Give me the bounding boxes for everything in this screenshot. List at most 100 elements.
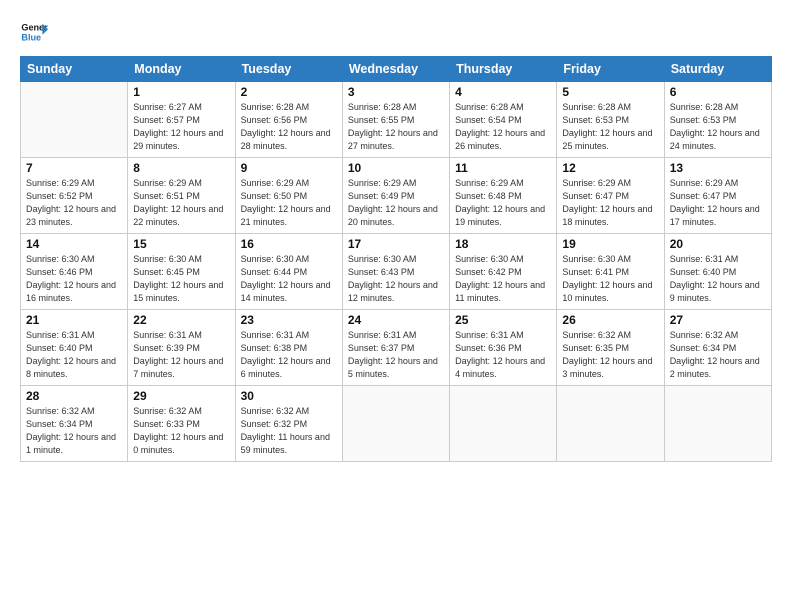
day-detail: Sunrise: 6:31 AM Sunset: 6:38 PM Dayligh… <box>241 329 337 381</box>
calendar-cell <box>664 386 771 462</box>
calendar-cell <box>557 386 664 462</box>
day-detail: Sunrise: 6:29 AM Sunset: 6:47 PM Dayligh… <box>670 177 766 229</box>
day-detail: Sunrise: 6:32 AM Sunset: 6:34 PM Dayligh… <box>26 405 122 457</box>
calendar-cell: 6 Sunrise: 6:28 AM Sunset: 6:53 PM Daylig… <box>664 82 771 158</box>
calendar-cell: 28 Sunrise: 6:32 AM Sunset: 6:34 PM Dayli… <box>21 386 128 462</box>
day-number: 3 <box>348 85 444 99</box>
day-number: 12 <box>562 161 658 175</box>
calendar-cell: 22 Sunrise: 6:31 AM Sunset: 6:39 PM Dayli… <box>128 310 235 386</box>
calendar-cell: 4 Sunrise: 6:28 AM Sunset: 6:54 PM Daylig… <box>450 82 557 158</box>
logo-icon: General Blue <box>20 18 48 46</box>
weekday-header: Monday <box>128 57 235 82</box>
day-detail: Sunrise: 6:31 AM Sunset: 6:40 PM Dayligh… <box>670 253 766 305</box>
calendar-cell: 1 Sunrise: 6:27 AM Sunset: 6:57 PM Daylig… <box>128 82 235 158</box>
day-number: 8 <box>133 161 229 175</box>
day-number: 6 <box>670 85 766 99</box>
day-number: 27 <box>670 313 766 327</box>
calendar-cell: 24 Sunrise: 6:31 AM Sunset: 6:37 PM Dayli… <box>342 310 449 386</box>
day-number: 14 <box>26 237 122 251</box>
day-number: 10 <box>348 161 444 175</box>
weekday-header: Tuesday <box>235 57 342 82</box>
day-number: 20 <box>670 237 766 251</box>
day-number: 2 <box>241 85 337 99</box>
day-detail: Sunrise: 6:28 AM Sunset: 6:53 PM Dayligh… <box>670 101 766 153</box>
calendar-cell <box>450 386 557 462</box>
calendar-cell: 19 Sunrise: 6:30 AM Sunset: 6:41 PM Dayli… <box>557 234 664 310</box>
day-detail: Sunrise: 6:30 AM Sunset: 6:44 PM Dayligh… <box>241 253 337 305</box>
day-detail: Sunrise: 6:30 AM Sunset: 6:41 PM Dayligh… <box>562 253 658 305</box>
day-number: 22 <box>133 313 229 327</box>
day-number: 30 <box>241 389 337 403</box>
calendar-cell: 3 Sunrise: 6:28 AM Sunset: 6:55 PM Daylig… <box>342 82 449 158</box>
calendar-cell: 9 Sunrise: 6:29 AM Sunset: 6:50 PM Daylig… <box>235 158 342 234</box>
day-detail: Sunrise: 6:31 AM Sunset: 6:39 PM Dayligh… <box>133 329 229 381</box>
calendar-cell: 18 Sunrise: 6:30 AM Sunset: 6:42 PM Dayli… <box>450 234 557 310</box>
weekday-header: Saturday <box>664 57 771 82</box>
day-detail: Sunrise: 6:27 AM Sunset: 6:57 PM Dayligh… <box>133 101 229 153</box>
day-number: 4 <box>455 85 551 99</box>
calendar-cell: 11 Sunrise: 6:29 AM Sunset: 6:48 PM Dayli… <box>450 158 557 234</box>
calendar-cell: 15 Sunrise: 6:30 AM Sunset: 6:45 PM Dayli… <box>128 234 235 310</box>
calendar-cell <box>21 82 128 158</box>
day-number: 25 <box>455 313 551 327</box>
day-detail: Sunrise: 6:31 AM Sunset: 6:36 PM Dayligh… <box>455 329 551 381</box>
calendar-cell: 12 Sunrise: 6:29 AM Sunset: 6:47 PM Dayli… <box>557 158 664 234</box>
svg-text:Blue: Blue <box>21 32 41 42</box>
day-detail: Sunrise: 6:28 AM Sunset: 6:56 PM Dayligh… <box>241 101 337 153</box>
day-detail: Sunrise: 6:29 AM Sunset: 6:50 PM Dayligh… <box>241 177 337 229</box>
weekday-header: Wednesday <box>342 57 449 82</box>
day-detail: Sunrise: 6:30 AM Sunset: 6:45 PM Dayligh… <box>133 253 229 305</box>
calendar-cell: 17Sunrise: 6:30 AM Sunset: 6:43 PM Dayli… <box>342 234 449 310</box>
day-number: 23 <box>241 313 337 327</box>
calendar-cell <box>342 386 449 462</box>
calendar-cell: 20 Sunrise: 6:31 AM Sunset: 6:40 PM Dayli… <box>664 234 771 310</box>
day-detail: Sunrise: 6:32 AM Sunset: 6:34 PM Dayligh… <box>670 329 766 381</box>
day-detail: Sunrise: 6:29 AM Sunset: 6:47 PM Dayligh… <box>562 177 658 229</box>
calendar-cell: 30 Sunrise: 6:32 AM Sunset: 6:32 PM Dayli… <box>235 386 342 462</box>
day-number: 28 <box>26 389 122 403</box>
weekday-header: Thursday <box>450 57 557 82</box>
day-detail: Sunrise: 6:28 AM Sunset: 6:54 PM Dayligh… <box>455 101 551 153</box>
calendar-cell: 8 Sunrise: 6:29 AM Sunset: 6:51 PM Daylig… <box>128 158 235 234</box>
day-detail: Sunrise: 6:31 AM Sunset: 6:37 PM Dayligh… <box>348 329 444 381</box>
day-detail: Sunrise: 6:28 AM Sunset: 6:55 PM Dayligh… <box>348 101 444 153</box>
day-number: 11 <box>455 161 551 175</box>
calendar-cell: 21 Sunrise: 6:31 AM Sunset: 6:40 PM Dayli… <box>21 310 128 386</box>
day-number: 19 <box>562 237 658 251</box>
page-header: General Blue <box>20 18 772 46</box>
calendar-cell: 26 Sunrise: 6:32 AM Sunset: 6:35 PM Dayli… <box>557 310 664 386</box>
calendar-cell: 7 Sunrise: 6:29 AM Sunset: 6:52 PM Daylig… <box>21 158 128 234</box>
calendar-cell: 16 Sunrise: 6:30 AM Sunset: 6:44 PM Dayli… <box>235 234 342 310</box>
calendar-cell: 23 Sunrise: 6:31 AM Sunset: 6:38 PM Dayli… <box>235 310 342 386</box>
day-detail: Sunrise: 6:29 AM Sunset: 6:52 PM Dayligh… <box>26 177 122 229</box>
day-detail: Sunrise: 6:32 AM Sunset: 6:33 PM Dayligh… <box>133 405 229 457</box>
day-number: 18 <box>455 237 551 251</box>
day-number: 5 <box>562 85 658 99</box>
day-number: 21 <box>26 313 122 327</box>
day-number: 29 <box>133 389 229 403</box>
calendar-cell: 29 Sunrise: 6:32 AM Sunset: 6:33 PM Dayli… <box>128 386 235 462</box>
day-number: 16 <box>241 237 337 251</box>
day-number: 26 <box>562 313 658 327</box>
day-number: 17 <box>348 237 444 251</box>
calendar-cell: 13 Sunrise: 6:29 AM Sunset: 6:47 PM Dayli… <box>664 158 771 234</box>
logo: General Blue <box>20 18 48 46</box>
day-number: 7 <box>26 161 122 175</box>
weekday-header: Sunday <box>21 57 128 82</box>
day-number: 24 <box>348 313 444 327</box>
day-detail: Sunrise: 6:32 AM Sunset: 6:32 PM Dayligh… <box>241 405 337 457</box>
day-detail: Sunrise: 6:32 AM Sunset: 6:35 PM Dayligh… <box>562 329 658 381</box>
day-detail: Sunrise: 6:29 AM Sunset: 6:48 PM Dayligh… <box>455 177 551 229</box>
day-number: 1 <box>133 85 229 99</box>
day-detail: Sunrise: 6:30 AM Sunset: 6:42 PM Dayligh… <box>455 253 551 305</box>
calendar-cell: 2 Sunrise: 6:28 AM Sunset: 6:56 PM Daylig… <box>235 82 342 158</box>
day-number: 15 <box>133 237 229 251</box>
calendar-cell: 25 Sunrise: 6:31 AM Sunset: 6:36 PM Dayli… <box>450 310 557 386</box>
day-number: 13 <box>670 161 766 175</box>
day-number: 9 <box>241 161 337 175</box>
day-detail: Sunrise: 6:29 AM Sunset: 6:51 PM Dayligh… <box>133 177 229 229</box>
day-detail: Sunrise: 6:30 AM Sunset: 6:46 PM Dayligh… <box>26 253 122 305</box>
day-detail: Sunrise: 6:29 AM Sunset: 6:49 PM Dayligh… <box>348 177 444 229</box>
calendar-cell: 14 Sunrise: 6:30 AM Sunset: 6:46 PM Dayli… <box>21 234 128 310</box>
day-detail: Sunrise: 6:31 AM Sunset: 6:40 PM Dayligh… <box>26 329 122 381</box>
